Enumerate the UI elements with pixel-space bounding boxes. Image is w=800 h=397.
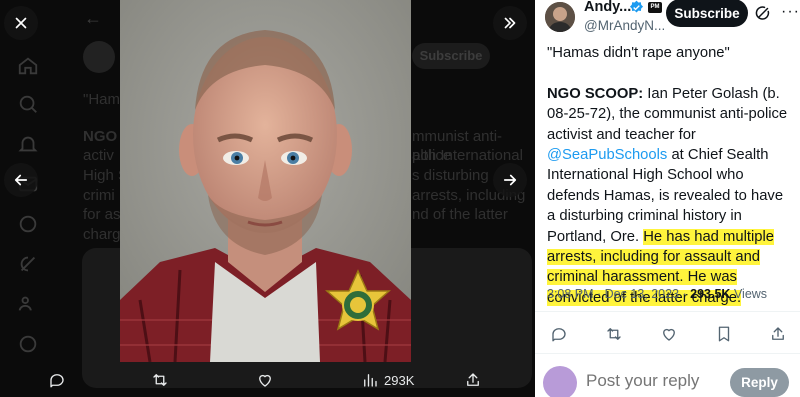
comment-icon [50, 374, 64, 388]
notifications-icon [17, 133, 39, 155]
back-arrow-icon: ← [84, 8, 102, 28]
people-icon [17, 293, 39, 315]
tweet-quote: "Hamas didn't rape anyone" [547, 45, 730, 61]
more-icon[interactable]: ··· [781, 3, 800, 21]
home-icon [17, 55, 39, 77]
bg-right-line-3: s disturbing [412, 167, 489, 184]
bg-subscribe-button: Subscribe [412, 43, 490, 69]
tweet-lead: NGO SCOOP: [547, 85, 644, 102]
bg-line-4: crimi [83, 187, 115, 204]
share-action[interactable] [464, 370, 482, 390]
divider [535, 311, 800, 312]
bg-line-2: activ [83, 147, 114, 164]
tweet-views-number: 293.5K [690, 287, 731, 301]
views-action[interactable]: 293K [361, 370, 414, 390]
media-action-bar: 293K [0, 362, 535, 397]
panel-share-button[interactable] [769, 325, 787, 343]
repost-icon [153, 374, 167, 386]
bg-right-line-5: nd of the latter [412, 206, 508, 223]
comment-icon [552, 328, 566, 342]
tweet-meta: 3:08 PM · Dec 13, 2023 · 293.5K Views [547, 287, 768, 301]
bg-quote: "Ham [83, 91, 120, 108]
panel-reply-button[interactable] [550, 325, 568, 343]
panel-bookmark-button[interactable] [715, 325, 733, 343]
like-action[interactable] [256, 370, 274, 390]
author-name[interactable]: Andy... [584, 0, 631, 15]
bg-right-line-2: alth International [412, 147, 523, 164]
close-button[interactable] [4, 6, 38, 40]
reply-action[interactable] [48, 370, 66, 390]
grok-nav-icon [17, 253, 39, 275]
mention-link[interactable]: @SeaPubSchools [547, 147, 667, 163]
collapse-panel-icon [504, 17, 516, 29]
previous-media-button[interactable] [4, 163, 38, 197]
tweet-body: NGO SCOOP: Ian Peter Golash (b. 08-25-72… [547, 84, 795, 308]
like-icon [259, 374, 271, 387]
panel-like-button[interactable] [660, 325, 678, 343]
repost-icon [607, 328, 621, 340]
current-user-avatar [543, 366, 577, 397]
subscribe-button[interactable]: Subscribe [666, 0, 748, 27]
tweet-views-label: Views [733, 287, 768, 301]
next-media-button[interactable] [493, 163, 527, 197]
nav-rail [0, 0, 58, 397]
bg-avatar [83, 41, 115, 73]
more-nav-icon [17, 333, 39, 355]
verified-badge-icon [629, 0, 644, 13]
tweet-panel: Andy... PM @MrAndyN... Subscribe ··· "Ha… [535, 0, 800, 397]
reply-input[interactable] [586, 371, 736, 391]
author-avatar[interactable] [545, 2, 575, 32]
bookmark-icon [718, 326, 730, 342]
prev-arrow-icon [14, 174, 28, 186]
like-icon [663, 328, 675, 341]
views-count: 293K [384, 372, 415, 388]
media-photo [120, 0, 411, 362]
panel-repost-button[interactable] [605, 325, 623, 343]
collapse-panel-button[interactable] [493, 6, 527, 40]
bg-line-6: charg [83, 226, 121, 243]
bg-line-5: for as [83, 206, 121, 223]
next-arrow-icon [503, 174, 517, 186]
close-icon [15, 17, 27, 29]
views-icon [364, 374, 377, 387]
chat-icon [17, 213, 39, 235]
author-handle[interactable]: @MrAndyN... [584, 18, 665, 33]
reply-button[interactable]: Reply [730, 368, 789, 397]
divider [535, 353, 800, 354]
explore-icon [17, 93, 39, 115]
affiliate-badge: PM [648, 2, 662, 13]
share-icon [772, 327, 784, 340]
tweet-text: "Hamas didn't rape anyone" NGO SCOOP: Ia… [547, 43, 795, 308]
tweet-timestamp[interactable]: 3:08 PM · Dec 13, 2023 [547, 287, 679, 301]
grok-icon[interactable] [754, 4, 772, 22]
repost-action[interactable] [151, 370, 169, 390]
share-icon [467, 373, 479, 386]
